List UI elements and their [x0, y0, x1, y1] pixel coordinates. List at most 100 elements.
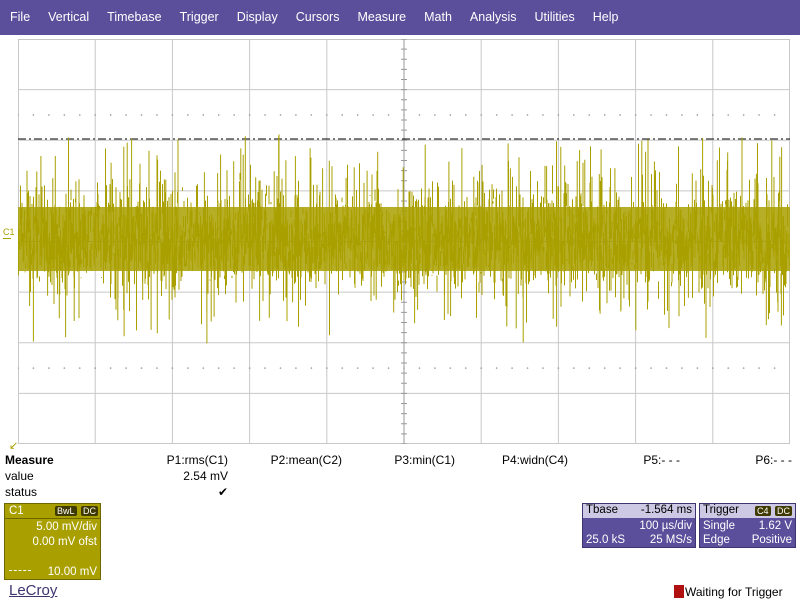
- grid-dot: [372, 114, 374, 116]
- grid-dot: [63, 114, 66, 116]
- menu-bar: File Vertical Timebase Trigger Display Cursor…: [0, 0, 800, 35]
- grid-dot: [171, 367, 174, 369]
- waveform-trace-core: [18, 207, 790, 271]
- menu-math[interactable]: Math: [415, 0, 461, 35]
- channel-c1-descriptor[interactable]: C1 BwL DC 5.00 mV/div 0.00 mV ofst 10.00…: [4, 503, 101, 580]
- grid-dot: [125, 114, 127, 116]
- channel-scale: 10.00 mV: [47, 566, 97, 578]
- grid-dot: [94, 114, 96, 116]
- menu-analysis[interactable]: Analysis: [461, 0, 526, 35]
- grid-dot: [217, 114, 220, 116]
- grid-dot: [557, 367, 560, 369]
- grid-dot: [279, 367, 282, 369]
- grid-dot: [202, 114, 205, 116]
- trigger-status-text: Waiting for Trigger: [685, 585, 783, 599]
- grid-dot: [140, 367, 143, 369]
- zoom-scale-icon: [9, 570, 31, 573]
- channel-name: C1: [9, 505, 24, 517]
- param-p1-name[interactable]: P1:rms(C1): [150, 453, 228, 467]
- param-p2-name[interactable]: P2:mean(C2): [260, 453, 342, 467]
- trigger-mode: Single: [703, 520, 735, 532]
- grid-dot: [634, 114, 637, 116]
- grid-dot: [341, 114, 344, 116]
- grid-dot: [773, 367, 776, 369]
- grid-dot: [32, 114, 35, 116]
- waveform-grid[interactable]: [18, 39, 790, 444]
- grid-dot: [464, 114, 467, 116]
- grid-dot: [603, 367, 606, 369]
- grid-dot: [356, 114, 359, 116]
- param-p3-name[interactable]: P3:min(C1): [380, 453, 455, 467]
- grid-dot: [449, 367, 452, 369]
- trigger-header: Trigger C4 DC: [700, 504, 795, 518]
- menu-display[interactable]: Display: [228, 0, 287, 35]
- measure-title: Measure: [5, 453, 54, 467]
- grid-dot: [727, 367, 730, 369]
- grid-dot: [526, 114, 529, 116]
- trigger-status: Waiting for Trigger: [674, 585, 783, 599]
- grid-dot: [511, 114, 513, 116]
- grid-dot: [310, 114, 313, 116]
- grid-dot: [279, 114, 282, 116]
- grid-dot: [187, 367, 189, 369]
- grid-dot: [156, 114, 158, 116]
- menu-measure[interactable]: Measure: [348, 0, 415, 35]
- trigger-type: Edge: [703, 534, 730, 546]
- grid-dot: [712, 114, 714, 116]
- grid-dot: [495, 114, 498, 116]
- param-p4-name[interactable]: P4:widn(C4): [490, 453, 568, 467]
- grid-dot: [48, 114, 50, 116]
- grid-dot: [464, 367, 467, 369]
- time-per-div: 100 µs/div: [639, 520, 692, 532]
- grid-dot: [634, 367, 637, 369]
- bandwidth-limit-badge: BwL: [55, 506, 77, 516]
- grid-dot: [187, 114, 189, 116]
- menu-trigger[interactable]: Trigger: [171, 0, 228, 35]
- channel-offset-marker[interactable]: C1: [3, 228, 15, 239]
- grid-dot: [418, 367, 421, 369]
- grid-dot: [248, 367, 251, 369]
- channel-offset: 0.00 mV ofst: [32, 536, 97, 548]
- grid-dot: [418, 114, 421, 116]
- grid-dot: [712, 367, 714, 369]
- menu-utilities[interactable]: Utilities: [525, 0, 583, 35]
- grid-dot: [109, 114, 112, 116]
- menu-file[interactable]: File: [0, 0, 39, 35]
- grid-dot: [742, 114, 745, 116]
- grid-dot: [573, 367, 575, 369]
- param-p5-name[interactable]: P5:- - -: [620, 453, 680, 467]
- grid-dot: [326, 367, 328, 369]
- grid-dot: [326, 114, 328, 116]
- trigger-position-arrow-icon[interactable]: ↙: [9, 441, 18, 452]
- menu-help[interactable]: Help: [584, 0, 628, 35]
- grid-dot: [109, 367, 112, 369]
- trigger-descriptor[interactable]: Trigger C4 DC Single 1.62 V Edge Positiv…: [699, 503, 796, 548]
- menu-vertical[interactable]: Vertical: [39, 0, 98, 35]
- waveform-display[interactable]: [18, 39, 790, 444]
- grid-dot: [78, 114, 81, 116]
- lecroy-logo: LeCroy: [9, 582, 58, 599]
- trigger-slope: Positive: [751, 534, 792, 546]
- grid-dot: [511, 367, 513, 369]
- grid-dot: [495, 367, 498, 369]
- channel-marker-label: C1: [3, 227, 15, 237]
- measure-value-label: value: [5, 469, 34, 483]
- grid-dot: [696, 367, 699, 369]
- grid-dot: [78, 367, 81, 369]
- param-p1-status-check-icon: ✔: [217, 485, 228, 499]
- timebase-label: Tbase: [586, 504, 618, 516]
- grid-dot: [264, 114, 266, 116]
- grid-dot: [650, 367, 652, 369]
- grid-dot: [125, 367, 127, 369]
- param-p6-name[interactable]: P6:- - -: [730, 453, 792, 467]
- trigger-level: 1.62 V: [758, 520, 792, 532]
- grid-dot: [619, 114, 621, 116]
- timebase-descriptor[interactable]: Tbase -1.564 ms 100 µs/div 25.0 kS 25 MS…: [582, 503, 696, 548]
- menu-timebase[interactable]: Timebase: [98, 0, 170, 35]
- measure-table: Measure P1:rms(C1) P2:mean(C2) P3:min(C1…: [0, 453, 800, 503]
- menu-cursors[interactable]: Cursors: [287, 0, 349, 35]
- grid-dot: [295, 114, 297, 116]
- sample-rate: 25 MS/s: [649, 534, 692, 546]
- grid-dot: [387, 114, 390, 116]
- timebase-delay: -1.564 ms: [640, 504, 692, 516]
